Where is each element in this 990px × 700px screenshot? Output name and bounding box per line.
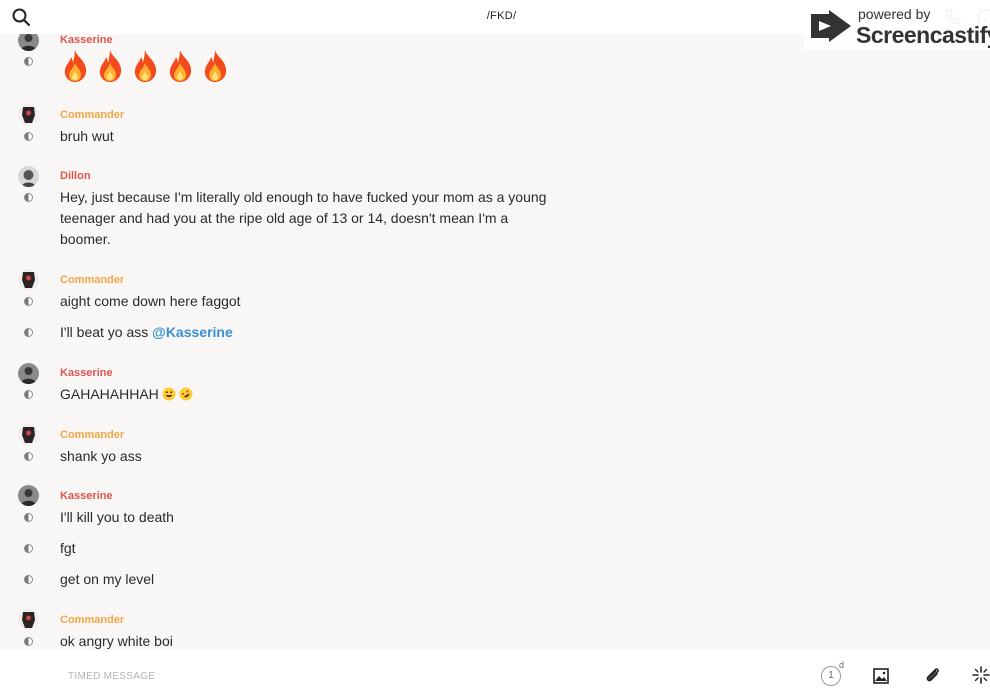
sender-name[interactable]: Kasserine xyxy=(60,367,113,379)
avatar-dillon[interactable] xyxy=(18,166,39,187)
read-status-icon xyxy=(24,297,33,306)
sender-name[interactable]: Dillon xyxy=(60,170,91,182)
timer-unit: d xyxy=(839,660,845,670)
message-text[interactable]: bruh wut xyxy=(60,126,114,147)
message-text[interactable]: get on my level xyxy=(60,569,154,590)
message-text[interactable]: GAHAHAHHAH xyxy=(60,384,193,405)
timer-value: 1 xyxy=(821,666,841,686)
sparkle-icon xyxy=(972,666,990,684)
avatar-commander[interactable] xyxy=(18,424,39,445)
message-text[interactable]: fgt xyxy=(60,538,76,559)
fire-emoji-icon xyxy=(64,50,87,82)
read-status-icon xyxy=(24,328,33,337)
avatar-image xyxy=(18,34,39,51)
fire-emoji-icon xyxy=(99,50,122,82)
avatar-kasserine[interactable] xyxy=(18,485,39,506)
message-text[interactable]: I'll beat yo ass @Kasserine xyxy=(60,322,233,343)
avatar-image xyxy=(18,363,39,384)
avatar-image xyxy=(18,166,39,187)
avatar-commander[interactable] xyxy=(18,104,39,125)
image-icon xyxy=(873,668,889,684)
read-status-icon xyxy=(24,132,33,141)
avatar-kasserine[interactable] xyxy=(18,363,39,384)
user-mention[interactable]: @Kasserine xyxy=(152,324,233,340)
read-status-icon xyxy=(24,390,33,399)
attach-file-button[interactable] xyxy=(923,666,941,684)
rofl-emoji-icon xyxy=(179,387,193,401)
message-text[interactable]: aight come down here faggot xyxy=(60,291,241,312)
expiration-timer-button[interactable]: 1 d xyxy=(821,660,847,688)
watermark-powered-by: powered by xyxy=(858,6,931,22)
avatar-kasserine[interactable] xyxy=(18,34,39,51)
sender-name[interactable]: Kasserine xyxy=(60,490,113,502)
avatar-image xyxy=(18,104,39,125)
paperclip-icon xyxy=(926,668,939,682)
read-status-icon xyxy=(24,544,33,553)
sender-name[interactable]: Commander xyxy=(60,429,124,441)
message-input[interactable] xyxy=(66,666,666,686)
message-text-body: GAHAHAHHAH xyxy=(60,386,159,402)
message-text[interactable] xyxy=(60,49,235,83)
message-text[interactable]: ok angry white boi xyxy=(60,631,173,650)
sender-name[interactable]: Kasserine xyxy=(60,34,113,46)
avatar-image xyxy=(18,269,39,290)
message-list[interactable]: Kasserine Commander bruh wut Dillon Hey,… xyxy=(0,34,990,650)
image-button[interactable] xyxy=(873,668,889,684)
message-text[interactable]: I'll kill you to death xyxy=(60,507,174,528)
read-status-icon xyxy=(24,637,33,646)
avatar-commander[interactable] xyxy=(18,269,39,290)
fire-emoji-icon xyxy=(169,50,192,82)
sender-name[interactable]: Commander xyxy=(60,614,124,626)
message-composer: 1 d xyxy=(0,650,990,700)
message-text[interactable]: shank yo ass xyxy=(60,446,142,467)
read-status-icon xyxy=(24,575,33,584)
gif-button[interactable] xyxy=(972,666,990,684)
fire-emoji-icon xyxy=(204,50,227,82)
read-status-icon xyxy=(24,452,33,461)
avatar-image xyxy=(18,485,39,506)
avatar-commander[interactable] xyxy=(18,609,39,630)
sender-name[interactable]: Commander xyxy=(60,109,124,121)
message-text-prefix: I'll beat yo ass xyxy=(60,324,153,340)
fire-emoji-icon xyxy=(134,50,157,82)
avatar-image xyxy=(18,424,39,445)
message-text[interactable]: Hey, just because I'm literally old enou… xyxy=(60,187,560,250)
read-status-icon xyxy=(24,513,33,522)
avatar-image xyxy=(18,609,39,630)
read-status-icon xyxy=(24,57,33,66)
read-status-icon xyxy=(24,193,33,202)
sender-name[interactable]: Commander xyxy=(60,274,124,286)
grinning-face-emoji-icon xyxy=(162,387,176,401)
